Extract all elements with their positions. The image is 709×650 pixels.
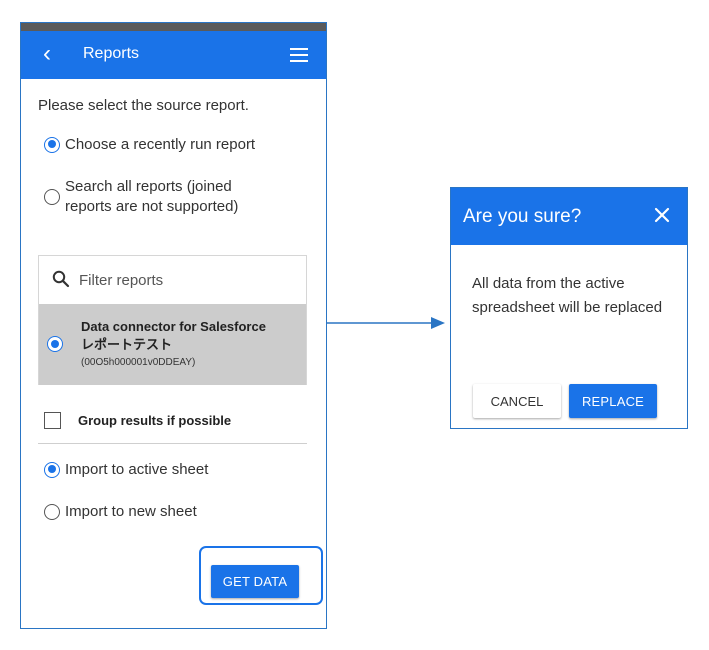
dialog-message: All data from the active spreadsheet wil… xyxy=(472,275,663,316)
radio-search-all-reports[interactable]: Search all reports (joined reports are n… xyxy=(44,177,238,217)
radio-import-active-sheet[interactable]: Import to active sheet xyxy=(44,461,208,478)
cancel-button[interactable]: CANCEL xyxy=(473,384,561,418)
report-radio-button[interactable] xyxy=(47,336,63,352)
radio-button[interactable] xyxy=(44,189,60,205)
confirm-dialog: Are you sure? All data from the active s… xyxy=(450,187,688,429)
source-prompt: Please select the source report. xyxy=(38,97,249,114)
panel-title: Reports xyxy=(83,45,140,62)
top-strip xyxy=(21,23,326,31)
filter-row xyxy=(39,256,306,304)
radio-label: Search all reports (joined reports are n… xyxy=(65,178,239,215)
checkbox-label: Group results if possible xyxy=(78,413,232,428)
close-icon[interactable] xyxy=(653,206,671,224)
search-icon xyxy=(52,270,70,288)
radio-recent-report[interactable]: Choose a recently run report xyxy=(44,136,255,153)
radio-button-checked[interactable] xyxy=(44,136,60,153)
radio-button-checked[interactable] xyxy=(44,461,60,478)
get-data-button[interactable]: GET DATA xyxy=(211,565,299,598)
back-icon[interactable]: ‹ xyxy=(43,39,51,69)
replace-button[interactable]: REPLACE xyxy=(569,384,657,418)
dialog-title: Are you sure? xyxy=(463,206,582,227)
radio-button[interactable] xyxy=(44,503,60,520)
dialog-header: Are you sure? xyxy=(451,188,687,245)
filter-reports-input[interactable] xyxy=(79,266,289,294)
panel-header: ‹ Reports xyxy=(21,31,326,79)
report-filter-box: Data connector for Salesforce レポートテスト (0… xyxy=(38,255,307,385)
report-subtitle: レポートテスト xyxy=(81,337,173,352)
arrow-icon xyxy=(327,317,445,329)
get-data-highlight: GET DATA xyxy=(199,546,323,605)
group-results-checkbox[interactable] xyxy=(44,412,61,429)
menu-icon[interactable] xyxy=(290,48,308,62)
radio-label: Choose a recently run report xyxy=(65,136,256,153)
report-list-item[interactable]: Data connector for Salesforce レポートテスト (0… xyxy=(39,304,306,385)
reports-panel: ‹ Reports Please select the source repor… xyxy=(20,22,327,629)
divider xyxy=(38,443,307,444)
report-title: Data connector for Salesforce xyxy=(81,319,266,334)
report-id: (00O5h000001v0DDEAY) xyxy=(81,357,196,368)
radio-label: Import to active sheet xyxy=(65,461,209,478)
group-results-option[interactable]: Group results if possible xyxy=(44,412,231,429)
radio-import-new-sheet[interactable]: Import to new sheet xyxy=(44,503,197,520)
radio-label: Import to new sheet xyxy=(65,503,197,520)
